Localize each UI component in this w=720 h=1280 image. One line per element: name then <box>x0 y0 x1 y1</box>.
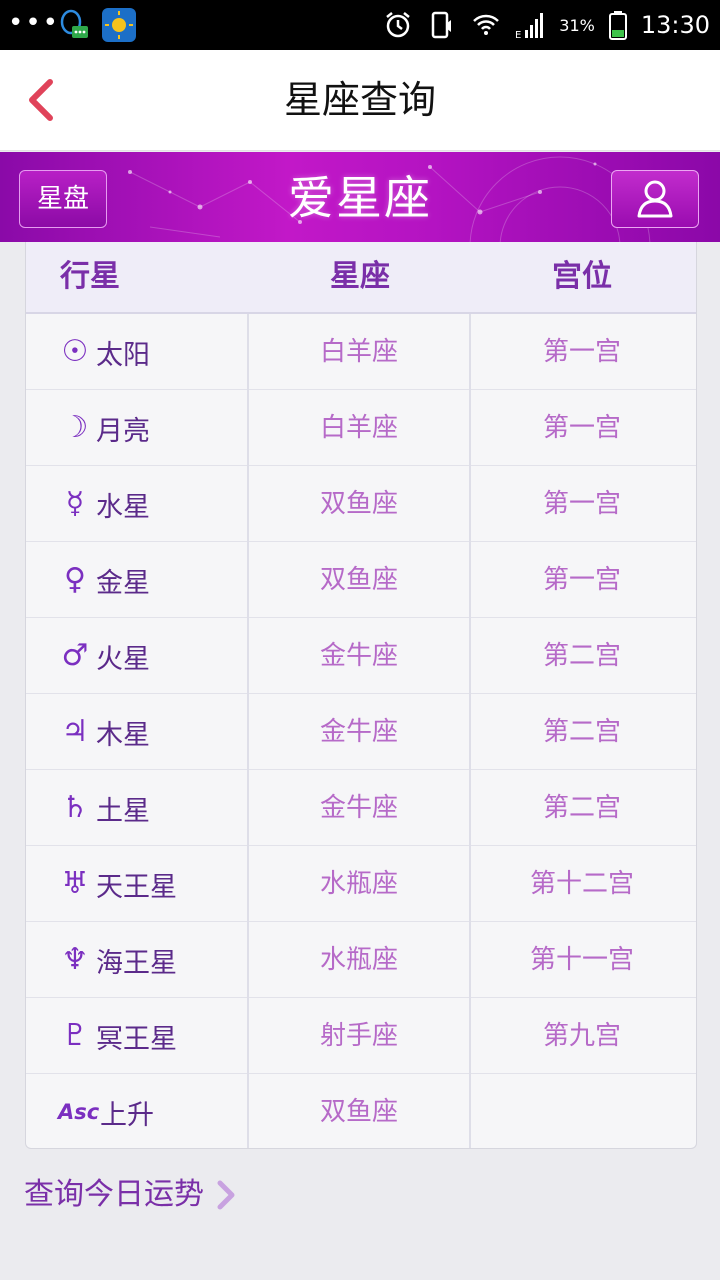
planet-cell: ♅ 天王星 <box>26 846 249 922</box>
planet-name: 冥王星 <box>96 1023 177 1055</box>
qq-app-icon <box>60 9 88 38</box>
sign-cell: 金牛座 <box>249 618 471 694</box>
sign-cell: 水瓶座 <box>249 846 471 922</box>
planet-cell: ☿ 水星 <box>26 466 249 542</box>
planet-name: 太阳 <box>96 339 150 371</box>
clock: 13:30 <box>640 11 710 39</box>
sign-cell: 白羊座 <box>249 390 471 466</box>
table-row: ☿ 水星 双鱼座 第一宫 <box>26 466 696 542</box>
sign-cell: 射手座 <box>249 998 471 1074</box>
app-header: 星座查询 <box>0 50 720 151</box>
table-row: ♀ 金星 双鱼座 第一宫 <box>26 542 696 618</box>
weather-app-icon <box>102 8 136 42</box>
planet-name: 海王星 <box>96 947 177 979</box>
planet-symbol-icon: ♇ <box>61 1018 89 1053</box>
sign-cell: 双鱼座 <box>249 542 471 618</box>
house-cell <box>471 1074 693 1148</box>
table-header: 行星 星座 宫位 <box>26 242 696 314</box>
planet-table: 行星 星座 宫位 ☉ 太阳 白羊座 第一宫 ☽ 月亮 白羊座 第一宫 ☿ 水星 双鱼座 第一宫 ♀ 金星双… <box>25 242 697 1149</box>
alarm-icon <box>386 12 411 38</box>
table-row: ♂ 火星 金牛座 第二宫 <box>26 618 696 694</box>
planet-cell: ♀ 金星 <box>26 542 249 618</box>
table-row: ♄ 土星 金牛座 第二宫 <box>26 770 696 846</box>
house-cell: 第二宫 <box>542 793 621 823</box>
status-bar: ••• E 31% 13:30 <box>0 0 720 50</box>
planet-cell: ♆ 海王星 <box>26 922 249 998</box>
brand-banner: 星盘 爱星座 <box>0 152 720 242</box>
sign-cell: 双鱼座 <box>249 466 471 542</box>
planet-cell: Asc 上升 <box>26 1074 249 1148</box>
planet-name: 水星 <box>96 491 150 523</box>
planet-name: 上升 <box>100 1099 154 1131</box>
planet-cell: ♃ 木星 <box>26 694 249 770</box>
daily-horoscope-link[interactable]: 查询今日运势 <box>24 1172 236 1218</box>
planet-symbol-icon: ☽ <box>61 410 89 445</box>
table-row: ♆ 海王星 水瓶座 第十一宫 <box>26 922 696 998</box>
daily-horoscope-label: 查询今日运势 <box>24 1177 204 1212</box>
table-row: ♇ 冥王星 射手座 第九宫 <box>26 998 696 1074</box>
column-header-house: 宫位 <box>552 259 612 294</box>
table-row: Asc 上升 双鱼座 <box>26 1074 696 1148</box>
page-title: 星座查询 <box>283 78 436 122</box>
house-cell: 第十一宫 <box>529 945 634 975</box>
planet-symbol-icon: ♃ <box>61 714 89 749</box>
wifi-icon <box>473 14 500 35</box>
house-cell: 第一宫 <box>542 565 621 595</box>
house-cell: 第一宫 <box>542 337 621 367</box>
planet-symbol-icon: Asc <box>58 1099 100 1124</box>
table-row: ☽ 月亮 白羊座 第一宫 <box>26 390 696 466</box>
table-body: ☉ 太阳 白羊座 第一宫 ☽ 月亮 白羊座 第一宫 ☿ 水星 双鱼座 第一宫 ♀ 金星 双鱼座 第一宫 ♂ 火星金… <box>26 314 696 1148</box>
table-row: ♅ 天王星 水瓶座 第十二宫 <box>26 846 696 922</box>
sign-cell: 金牛座 <box>249 770 471 846</box>
planet-symbol-icon: ♆ <box>61 942 89 977</box>
planet-name: 金星 <box>96 567 150 599</box>
planet-symbol-icon: ☉ <box>61 334 89 369</box>
column-header-sign: 星座 <box>330 259 390 294</box>
sign-cell: 水瓶座 <box>249 922 471 998</box>
signal-icon: E <box>515 13 544 40</box>
battery-icon <box>608 11 627 40</box>
planet-name: 月亮 <box>96 415 150 447</box>
sign-cell: 双鱼座 <box>249 1074 471 1148</box>
planet-name: 木星 <box>96 719 150 751</box>
planet-cell: ☽ 月亮 <box>26 390 249 466</box>
chevron-right-icon <box>217 1180 235 1210</box>
more-notifications-icon: ••• <box>8 8 61 38</box>
house-cell: 第二宫 <box>542 641 621 671</box>
planet-cell: ♂ 火星 <box>26 618 249 694</box>
house-cell: 第一宫 <box>542 413 621 443</box>
planet-name: 火星 <box>96 643 150 675</box>
vibrate-icon <box>432 11 452 39</box>
battery-percent: 31% <box>559 15 595 35</box>
svg-text:E: E <box>515 30 521 40</box>
user-icon <box>637 180 673 218</box>
planet-symbol-icon: ♀ <box>64 562 86 597</box>
planet-name: 天王星 <box>96 871 177 903</box>
user-profile-button[interactable] <box>611 170 699 228</box>
sign-cell: 金牛座 <box>249 694 471 770</box>
table-row: ☉ 太阳 白羊座 第一宫 <box>26 314 696 390</box>
house-cell: 第二宫 <box>542 717 621 747</box>
house-cell: 第九宫 <box>542 1021 621 1051</box>
planet-symbol-icon: ♂ <box>61 638 89 673</box>
table-row: ♃ 木星 金牛座 第二宫 <box>26 694 696 770</box>
planet-symbol-icon: ☿ <box>65 486 85 521</box>
column-header-planet: 行星 <box>60 259 120 294</box>
house-cell: 第十二宫 <box>529 869 634 899</box>
planet-cell: ☉ 太阳 <box>26 314 249 390</box>
planet-symbol-icon: ♄ <box>61 790 89 825</box>
planet-cell: ♇ 冥王星 <box>26 998 249 1074</box>
planet-name: 土星 <box>96 795 150 827</box>
house-cell: 第一宫 <box>542 489 621 519</box>
planet-symbol-icon: ♅ <box>61 866 89 901</box>
sign-cell: 白羊座 <box>249 314 471 390</box>
planet-cell: ♄ 土星 <box>26 770 249 846</box>
